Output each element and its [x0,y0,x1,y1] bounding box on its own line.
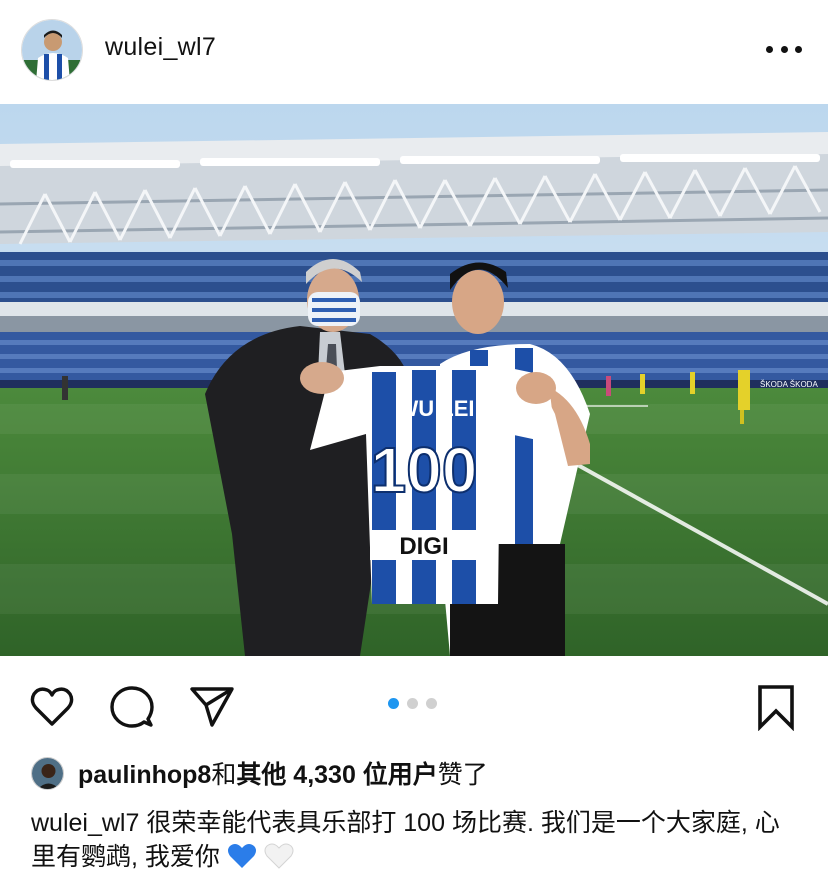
likes-summary[interactable]: paulinhop8和其他 4,330 位用户赞了 [78,755,488,791]
caption-text: 很荣幸能代表具乐部打 100 场比赛. 我们是一个大家庭, 心里有鹦鹉, 我爱你 [31,809,780,871]
bookmark-icon[interactable] [752,683,800,732]
liker-avatar[interactable] [31,756,64,790]
caption-username[interactable]: wulei_wl7 [31,809,139,837]
likes-connector: 和 [211,761,237,789]
ad-board-text: ŠKODA ŠKODA [760,380,818,389]
profile-avatar[interactable] [21,19,83,81]
dot [795,45,802,53]
post-photo[interactable]: ŠKODA ŠKODA WU LEI 100 DIGI [0,104,828,656]
jersey-name-text: WU LEI [398,396,475,421]
carousel-dot [407,698,418,709]
carousel-dot [426,698,437,709]
white-heart-icon [264,843,294,869]
jersey-number-text: 100 [371,434,478,506]
liker-username[interactable]: paulinhop8 [78,761,211,789]
post-header: wulei_wl7 [0,0,828,104]
carousel-indicator [388,698,437,709]
send-icon[interactable] [188,683,236,731]
dot [780,45,788,53]
likes-others[interactable]: 其他 4,330 位用户 [236,761,437,789]
carousel-dot-active [388,698,399,709]
post-caption: wulei_wl7 很荣幸能代表具乐部打 100 场比赛. 我们是一个大家庭, … [31,806,801,874]
heart-icon[interactable] [28,683,76,731]
likes-row: paulinhop8和其他 4,330 位用户赞了 [31,756,488,790]
blue-heart-icon [227,844,256,868]
post-username[interactable]: wulei_wl7 [105,33,216,62]
likes-suffix: 赞了 [437,761,488,789]
more-options-icon[interactable] [766,38,802,60]
comment-icon[interactable] [108,683,156,731]
jersey-sponsor-text: DIGI [399,533,448,560]
action-bar [0,656,828,748]
dot [766,45,773,53]
